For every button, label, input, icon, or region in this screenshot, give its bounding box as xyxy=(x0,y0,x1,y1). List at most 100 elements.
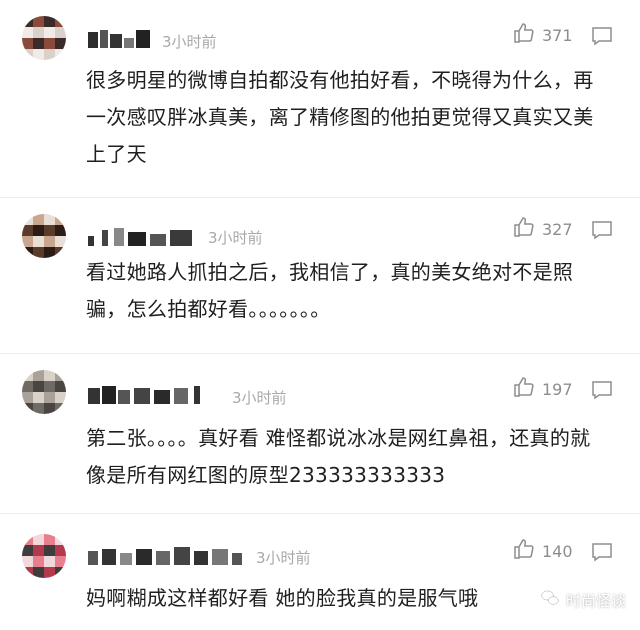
like-button[interactable]: 197 xyxy=(512,376,578,402)
username-obscured[interactable] xyxy=(88,28,156,50)
avatar[interactable] xyxy=(22,370,66,414)
thumbs-up-icon xyxy=(512,537,536,565)
like-count: 140 xyxy=(542,541,573,561)
avatar-mosaic-cell xyxy=(33,567,44,578)
avatar-mosaic-cell xyxy=(22,370,33,381)
comment-item: 3小时前 197 第二张。。。。真好看 难怪都说冰冰是网红鼻祖，还真的就像是所有… xyxy=(0,354,640,514)
like-count: 197 xyxy=(542,379,573,399)
avatar-mosaic-cell xyxy=(33,49,44,60)
avatar-mosaic-cell xyxy=(55,225,66,236)
avatar-mosaic-cell xyxy=(55,370,66,381)
avatar-mosaic-cell xyxy=(55,567,66,578)
avatar-mosaic-cell xyxy=(55,534,66,545)
avatar[interactable] xyxy=(22,214,66,258)
avatar-mosaic-cell xyxy=(22,38,33,49)
avatar-mosaic-cell xyxy=(44,545,55,556)
comment-bubble-icon xyxy=(590,543,614,568)
avatar-mosaic-cell xyxy=(22,49,33,60)
avatar-mosaic-cell xyxy=(33,236,44,247)
like-button[interactable]: 327 xyxy=(512,216,578,242)
like-button[interactable]: 371 xyxy=(512,22,578,48)
avatar-mosaic-cell xyxy=(44,38,55,49)
username-obscured[interactable] xyxy=(88,226,200,248)
avatar-mosaic-cell xyxy=(22,247,33,258)
comment-time: 3小时前 xyxy=(208,229,263,247)
avatar-mosaic-cell xyxy=(44,247,55,258)
comment-text: 很多明星的微博自拍都没有他拍好看，不晓得为什么，再一次感叹胖冰真美，离了精修图的… xyxy=(86,68,594,166)
avatar-mosaic-cell xyxy=(44,556,55,567)
avatar-mosaic-cell xyxy=(55,545,66,556)
comment-text: 看过她路人抓拍之后，我相信了，真的美女绝对不是照骗，怎么拍都好看。。。。。。。 xyxy=(86,260,574,321)
comment-text: 第二张。。。。真好看 难怪都说冰冰是网红鼻祖，还真的就像是所有网红图的原型233… xyxy=(86,426,591,487)
reply-button[interactable] xyxy=(590,218,614,242)
reply-button[interactable] xyxy=(590,24,614,48)
avatar-mosaic-cell xyxy=(44,214,55,225)
avatar-mosaic-cell xyxy=(44,403,55,414)
like-count: 327 xyxy=(542,219,573,239)
comment-bubble-icon xyxy=(590,27,614,52)
avatar-mosaic-cell xyxy=(44,236,55,247)
avatar-mosaic-cell xyxy=(22,27,33,38)
avatar-mosaic-cell xyxy=(55,49,66,60)
reply-button[interactable] xyxy=(590,378,614,402)
avatar-mosaic-cell xyxy=(55,381,66,392)
comment-item: 3小时前 140 妈啊糊成这样都好看 她的脸我真的是服气哦 xyxy=(0,514,640,630)
wechat-icon xyxy=(540,588,560,612)
avatar-mosaic-cell xyxy=(22,534,33,545)
avatar-mosaic-cell xyxy=(33,247,44,258)
avatar-mosaic-cell xyxy=(55,403,66,414)
watermark: 时尚怪谈 xyxy=(540,588,626,612)
avatar-mosaic-cell xyxy=(33,534,44,545)
avatar-mosaic-cell xyxy=(55,392,66,403)
like-count: 371 xyxy=(542,25,573,45)
avatar-mosaic-cell xyxy=(44,27,55,38)
avatar-mosaic-cell xyxy=(44,534,55,545)
comment-feed: 3小时前 371 很多明星的微博自拍都没有他拍好看，不晓得为什么，再一次感叹胖冰… xyxy=(0,0,640,630)
avatar-mosaic-cell xyxy=(33,370,44,381)
avatar-mosaic-cell xyxy=(55,214,66,225)
thumbs-up-icon xyxy=(512,215,536,243)
avatar-mosaic-cell xyxy=(44,392,55,403)
avatar-mosaic-cell xyxy=(55,556,66,567)
avatar-mosaic-cell xyxy=(55,16,66,27)
avatar-mosaic-cell xyxy=(22,392,33,403)
avatar-mosaic-cell xyxy=(22,225,33,236)
avatar-mosaic-cell xyxy=(33,38,44,49)
avatar-mosaic-cell xyxy=(33,381,44,392)
reply-button[interactable] xyxy=(590,540,614,564)
avatar-mosaic-cell xyxy=(44,16,55,27)
thumbs-up-icon xyxy=(512,375,536,403)
avatar-mosaic-cell xyxy=(33,225,44,236)
avatar-mosaic-cell xyxy=(33,27,44,38)
avatar-mosaic-cell xyxy=(55,27,66,38)
like-button[interactable]: 140 xyxy=(512,538,578,564)
avatar[interactable] xyxy=(22,534,66,578)
avatar-mosaic-cell xyxy=(55,236,66,247)
avatar-mosaic-cell xyxy=(55,247,66,258)
avatar-mosaic-cell xyxy=(33,16,44,27)
avatar-mosaic-cell xyxy=(22,567,33,578)
avatar-mosaic-cell xyxy=(33,556,44,567)
avatar-mosaic-cell xyxy=(22,556,33,567)
avatar-mosaic-cell xyxy=(22,403,33,414)
comment-item: 3小时前 371 很多明星的微博自拍都没有他拍好看，不晓得为什么，再一次感叹胖冰… xyxy=(0,0,640,198)
avatar-mosaic-cell xyxy=(22,236,33,247)
thumbs-up-icon xyxy=(512,21,536,49)
avatar-mosaic-cell xyxy=(44,225,55,236)
avatar-mosaic-cell xyxy=(33,545,44,556)
avatar-mosaic-cell xyxy=(22,545,33,556)
avatar-mosaic-cell xyxy=(33,392,44,403)
comment-text: 妈啊糊成这样都好看 她的脸我真的是服气哦 xyxy=(86,586,479,610)
comment-time: 3小时前 xyxy=(256,549,311,567)
comment-bubble-icon xyxy=(590,381,614,406)
avatar-mosaic-cell xyxy=(33,214,44,225)
avatar-mosaic-cell xyxy=(44,49,55,60)
avatar-mosaic-cell xyxy=(22,214,33,225)
username-obscured[interactable] xyxy=(88,545,248,567)
comment-time: 3小时前 xyxy=(162,33,217,51)
avatar[interactable] xyxy=(22,16,66,60)
comment-item: 3小时前 327 看过她路人抓拍之后，我相信了，真的美女绝对不是照骗，怎么拍都好… xyxy=(0,198,640,354)
comment-bubble-icon xyxy=(590,221,614,246)
avatar-mosaic-cell xyxy=(22,16,33,27)
username-obscured[interactable] xyxy=(88,384,210,406)
